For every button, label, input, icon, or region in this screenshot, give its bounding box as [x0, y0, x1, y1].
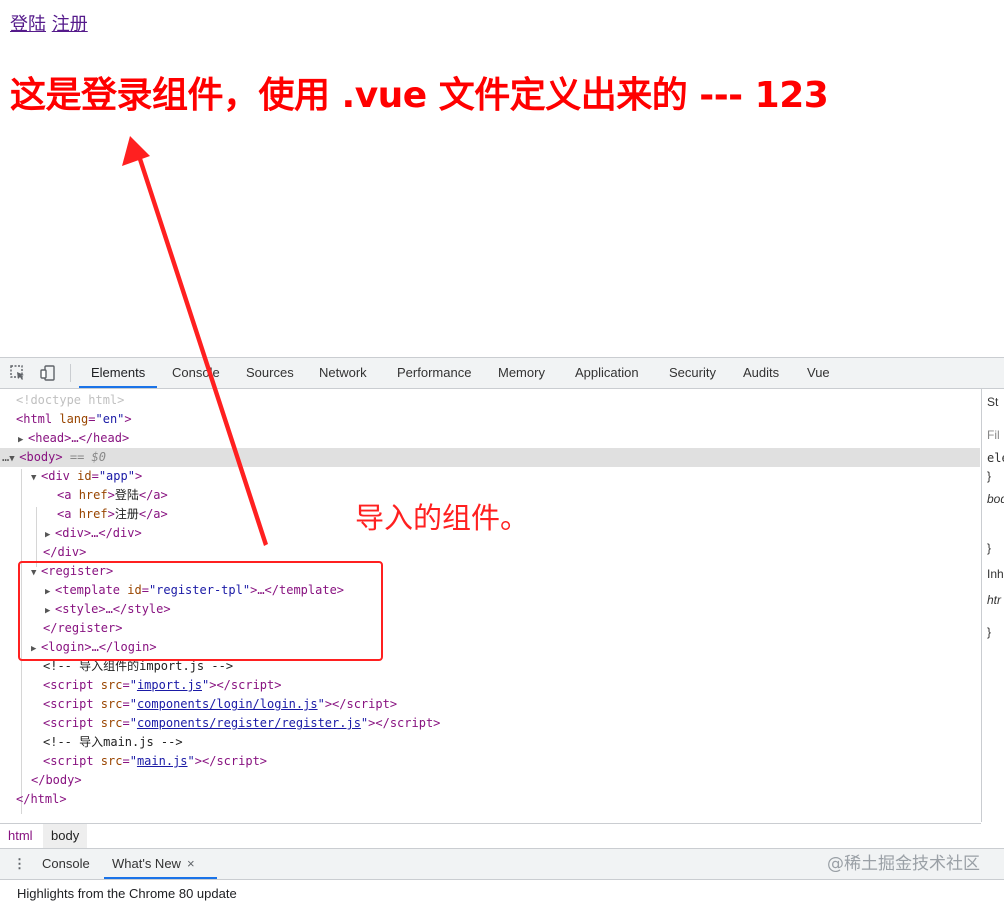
tab-network[interactable]: Network	[319, 358, 367, 388]
head-tag: head	[35, 431, 65, 445]
script-import-link[interactable]: import.js	[137, 678, 202, 692]
whats-new-content: Highlights from the Chrome 80 update	[17, 886, 237, 901]
collapse-triangle-icon[interactable]: ▼	[31, 469, 41, 488]
lang-attr: lang	[59, 412, 89, 426]
tree-html-close[interactable]: </html>	[16, 790, 67, 809]
brace: }	[987, 541, 992, 555]
login-link[interactable]: 登陆	[10, 14, 46, 35]
drawer-menu-icon[interactable]: ⋮	[13, 849, 26, 879]
head-close: head	[93, 431, 122, 445]
html-tag: <html	[16, 412, 53, 426]
login-component-heading: 这是登录组件，使用 .vue 文件定义出来的 --- 123	[10, 75, 829, 116]
tree-comment-main[interactable]: <!-- 导入main.js -->	[43, 733, 183, 752]
annotation-highlight-box	[18, 561, 383, 661]
inherited-label: Inh	[987, 567, 1004, 581]
tree-div-inner[interactable]: ▶ <div>…</div>	[45, 524, 142, 543]
tab-audits[interactable]: Audits	[743, 358, 779, 388]
tree-script-register[interactable]: <script src="components/register/registe…	[43, 714, 440, 733]
tree-body-close[interactable]: </body>	[31, 771, 82, 790]
breadcrumb: html body	[0, 823, 981, 848]
drawer-tab-console[interactable]: Console	[42, 849, 90, 879]
annotation-label: 导入的组件。	[355, 501, 530, 535]
page-nav-links: 登陆 注册	[10, 10, 88, 36]
tab-sources[interactable]: Sources	[246, 358, 294, 388]
lang-value: "en"	[95, 412, 125, 426]
brace: }	[987, 469, 992, 483]
tab-application[interactable]: Application	[575, 358, 639, 388]
script-register-link[interactable]: components/register/register.js	[137, 716, 361, 730]
collapse-triangle-icon[interactable]: ▼	[9, 450, 19, 469]
tab-memory[interactable]: Memory	[498, 358, 545, 388]
element-style-label: ele	[987, 451, 1004, 465]
brace: }	[987, 625, 992, 639]
html-rule-label: htr	[987, 593, 1002, 607]
tree-div-close[interactable]: </div>	[43, 543, 86, 562]
tab-elements[interactable]: Elements	[78, 358, 158, 388]
tree-script-main[interactable]: <script src="main.js"></script>	[43, 752, 267, 771]
tree-head[interactable]: ▶ <head>…</head>	[18, 429, 129, 448]
tab-security[interactable]: Security	[669, 358, 716, 388]
more-dots-icon[interactable]: …	[2, 450, 9, 464]
drawer-tabbar: ⋮ Console What's New × @稀土掘金技术社区	[0, 848, 1004, 880]
a-login-text: 登陆	[114, 488, 139, 502]
selected-row-highlight	[0, 448, 980, 467]
breadcrumb-html[interactable]: html	[0, 824, 41, 848]
comment-import-text: <!-- 导入组件的import.js -->	[43, 659, 234, 673]
toolbar-divider	[70, 364, 71, 382]
styles-side-pane: St Fil ele } bod } Inh htr }	[981, 389, 1004, 822]
close-icon[interactable]: ×	[187, 856, 195, 871]
drawer-tab-whats-new[interactable]: What's New ×	[104, 849, 216, 879]
tab-console[interactable]: Console	[172, 358, 220, 388]
tree-html-open[interactable]: <html lang="en">	[16, 410, 132, 429]
doctype-text: <!doctype html>	[16, 393, 125, 407]
filter-input[interactable]: Fil	[987, 428, 1000, 442]
body-close-tag: body	[45, 773, 75, 787]
inspect-element-icon[interactable]	[9, 364, 27, 382]
comment-main-text: <!-- 导入main.js -->	[43, 735, 183, 749]
tree-script-import[interactable]: <script src="import.js"></script>	[43, 676, 281, 695]
indent-guide	[36, 507, 37, 567]
devtools-toolbar: Elements Console Sources Network Perform…	[0, 358, 1004, 389]
tree-div-app[interactable]: ▼ <div id="app">	[31, 467, 142, 486]
register-link[interactable]: 注册	[52, 14, 88, 35]
body-tag: body	[26, 450, 56, 464]
script-main-link[interactable]: main.js	[137, 754, 188, 768]
breadcrumb-body[interactable]: body	[43, 824, 88, 848]
id-attr: id	[77, 469, 92, 483]
device-toolbar-icon[interactable]	[39, 364, 57, 382]
watermark: @稀土掘金技术社区	[827, 854, 980, 874]
selected-marker: == $0	[69, 450, 106, 464]
tree-a-register[interactable]: <a href>注册</a>	[57, 505, 168, 524]
id-value: "app"	[98, 469, 135, 483]
tree-doctype[interactable]: <!doctype html>	[16, 391, 124, 410]
tree-script-login[interactable]: <script src="components/login/login.js">…	[43, 695, 397, 714]
tree-a-login[interactable]: <a href>登陆</a>	[57, 486, 168, 505]
tree-body[interactable]: …▼ <body> == $0	[2, 448, 106, 467]
tab-performance[interactable]: Performance	[397, 358, 471, 388]
body-rule-label: bod	[987, 492, 1004, 506]
annotation-arrow-head	[122, 136, 150, 166]
tab-vue[interactable]: Vue	[807, 358, 830, 388]
drawer-tab-whats-new-label: What's New	[112, 856, 181, 871]
a-register-text: 注册	[114, 507, 139, 521]
script-login-link[interactable]: components/login/login.js	[137, 697, 318, 711]
styles-tab-label[interactable]: St	[987, 395, 998, 409]
